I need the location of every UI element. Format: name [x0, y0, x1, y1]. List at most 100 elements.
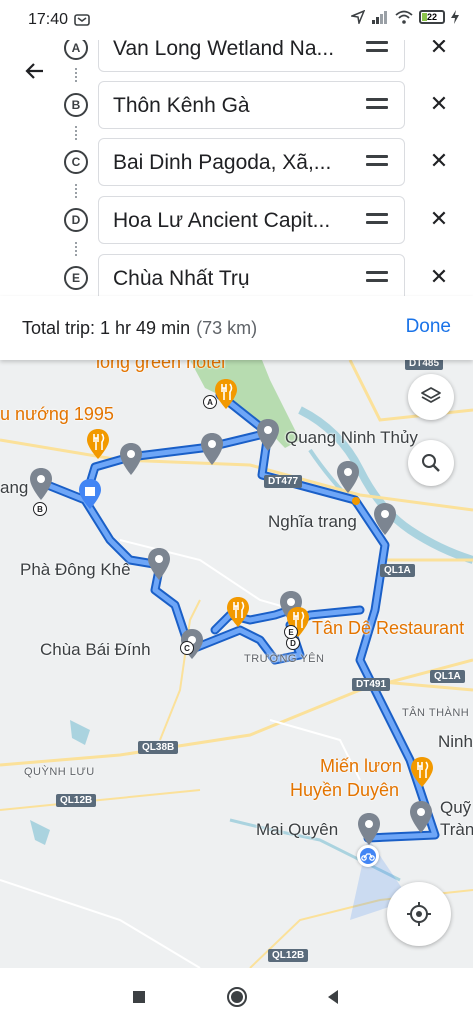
map-label-mai-quyen[interactable]: Mai Quyên	[256, 820, 338, 840]
recent-apps-button[interactable]	[126, 984, 152, 1010]
map-label-huyen-duyen[interactable]: Huyền Duyên	[290, 780, 399, 801]
circle-icon	[227, 987, 247, 1007]
stop-field-a[interactable]: Van Long Wetland Na...	[98, 40, 405, 72]
drag-handle-icon[interactable]	[366, 271, 388, 285]
home-button[interactable]	[224, 984, 250, 1010]
search-icon	[422, 454, 440, 472]
stop-text: Hoa Lư Ancient Capit...	[113, 209, 331, 232]
place-pin-icon[interactable]	[335, 460, 361, 494]
drag-handle-icon[interactable]	[366, 41, 388, 55]
road-badge: QL1A	[380, 564, 415, 577]
route-editor-panel: A Van Long Wetland Na... ✕ B Thôn Kênh G…	[0, 40, 473, 296]
stop-text: Chùa Nhất Trụ	[113, 267, 250, 290]
map-label-mien-luon[interactable]: Miến lươn	[320, 756, 402, 777]
stop-field-d[interactable]: Hoa Lư Ancient Capit...	[98, 196, 405, 244]
stop-marker-d: D	[64, 208, 88, 232]
map-label-tran: Tràn	[440, 820, 473, 839]
map-label-tan-de-restaurant[interactable]: Tân Dê Restaurant	[312, 618, 464, 639]
place-pin-icon[interactable]	[118, 442, 144, 476]
remove-stop-e-button[interactable]: ✕	[426, 264, 452, 290]
map-label-quy: Quỹ	[440, 798, 472, 817]
road-badge: DT491	[352, 678, 391, 691]
road-badge: QL38B	[138, 741, 179, 754]
remove-stop-b-button[interactable]: ✕	[426, 91, 452, 117]
map-base	[0, 360, 473, 968]
battery-icon: 22	[419, 10, 445, 24]
place-pin-icon[interactable]	[408, 800, 434, 834]
square-icon	[133, 991, 145, 1003]
map-label-pha-dong-khe[interactable]: Phà Đông Khê	[20, 560, 131, 580]
search-along-route-button[interactable]	[408, 440, 454, 486]
map-label-tan-thanh: TÂN THÀNH	[402, 707, 470, 719]
remove-stop-d-button[interactable]: ✕	[426, 206, 452, 232]
place-pin-icon[interactable]	[199, 432, 225, 466]
map-label-quynh-luu: QUỲNH LƯU	[24, 766, 95, 778]
status-bar: 17:40 22	[0, 0, 473, 40]
waypoint-marker-c[interactable]: C	[180, 641, 194, 655]
waypoint-marker-e[interactable]: E	[284, 625, 298, 639]
map-label-quang-ninh-thuy[interactable]: Quang Ninh Thủy	[285, 428, 418, 448]
stop-marker-a: A	[64, 40, 88, 60]
remove-stop-a-button[interactable]: ✕	[426, 40, 452, 60]
place-pin-icon[interactable]	[146, 547, 172, 581]
map-label-chua-bai-dinh[interactable]: Chùa Bái Đính	[40, 640, 151, 660]
road-badge: QL1A	[430, 670, 465, 683]
road-badge: DT477	[264, 475, 303, 488]
triangle-back-icon	[328, 990, 338, 1004]
layers-icon	[421, 387, 441, 403]
place-pin-icon[interactable]	[372, 502, 398, 536]
trip-summary-bar: Total trip: 1 hr 49 min (73 km) Done	[0, 296, 473, 360]
stop-row-b: B Thôn Kênh Gà ✕	[0, 81, 473, 129]
map-label-ninh: Ninh	[438, 732, 473, 751]
road-badge: QL12B	[268, 949, 309, 962]
remove-stop-c-button[interactable]: ✕	[426, 148, 452, 174]
crosshair-icon	[407, 902, 431, 926]
system-nav-bar	[0, 968, 473, 1025]
drag-handle-icon[interactable]	[366, 213, 388, 227]
charging-icon	[451, 10, 459, 24]
restaurant-pin-icon[interactable]	[408, 756, 436, 788]
status-time: 17:40	[28, 11, 69, 28]
stop-row-d: D Hoa Lư Ancient Capit... ✕	[0, 196, 473, 244]
stop-marker-e: E	[64, 266, 88, 290]
waypoint-marker-a[interactable]: A	[203, 395, 217, 409]
stop-row-a: A Van Long Wetland Na... ✕	[0, 40, 473, 72]
location-icon	[351, 10, 365, 24]
back-nav-button[interactable]	[320, 984, 346, 1010]
map-view[interactable]: long green hotel u nướng 1995 Quang Ninh…	[0, 360, 473, 968]
place-pin-icon[interactable]	[356, 812, 382, 846]
wifi-icon	[395, 10, 413, 24]
battery-level: 22	[426, 12, 437, 22]
trip-summary: Total trip: 1 hr 49 min (73 km)	[22, 318, 257, 339]
stop-row-e: E Chùa Nhất Trụ ✕	[0, 254, 473, 296]
waypoint-marker-b[interactable]: B	[33, 502, 47, 516]
trip-duration: Total trip: 1 hr 49 min	[22, 318, 191, 338]
stop-marker-b: B	[64, 93, 88, 117]
stop-text: Van Long Wetland Na...	[113, 40, 335, 60]
place-pin-icon[interactable]	[28, 467, 54, 501]
place-pin-icon[interactable]	[255, 418, 281, 452]
notification-icon	[74, 14, 90, 26]
stop-field-b[interactable]: Thôn Kênh Gà	[98, 81, 405, 129]
map-label-ang[interactable]: ang	[0, 478, 28, 498]
drag-handle-icon[interactable]	[366, 98, 388, 112]
done-button[interactable]: Done	[406, 316, 451, 338]
stop-field-c[interactable]: Bai Dinh Pagoda, Xã,...	[98, 138, 405, 186]
trip-distance: (73 km)	[196, 318, 258, 338]
shopping-pin-icon[interactable]	[76, 478, 104, 510]
map-label-long-green-hotel[interactable]: long green hotel	[96, 360, 225, 373]
signal-icon	[372, 11, 387, 24]
stop-text: Bai Dinh Pagoda, Xã,...	[113, 151, 332, 174]
stop-marker-c: C	[64, 150, 88, 174]
map-label-nghia-trang[interactable]: Nghĩa trang	[268, 512, 357, 532]
my-location-button[interactable]	[387, 882, 451, 946]
restaurant-pin-icon[interactable]	[224, 596, 252, 628]
stop-field-e[interactable]: Chùa Nhất Trụ	[98, 254, 405, 296]
drag-handle-icon[interactable]	[366, 155, 388, 169]
motorbike-icon	[361, 853, 375, 861]
road-badge: QL12B	[56, 794, 97, 807]
restaurant-pin-icon[interactable]	[84, 428, 112, 460]
map-label-nuong-1995[interactable]: u nướng 1995	[0, 404, 114, 425]
layers-button[interactable]	[408, 374, 454, 420]
road-badge: DT485	[405, 360, 444, 370]
